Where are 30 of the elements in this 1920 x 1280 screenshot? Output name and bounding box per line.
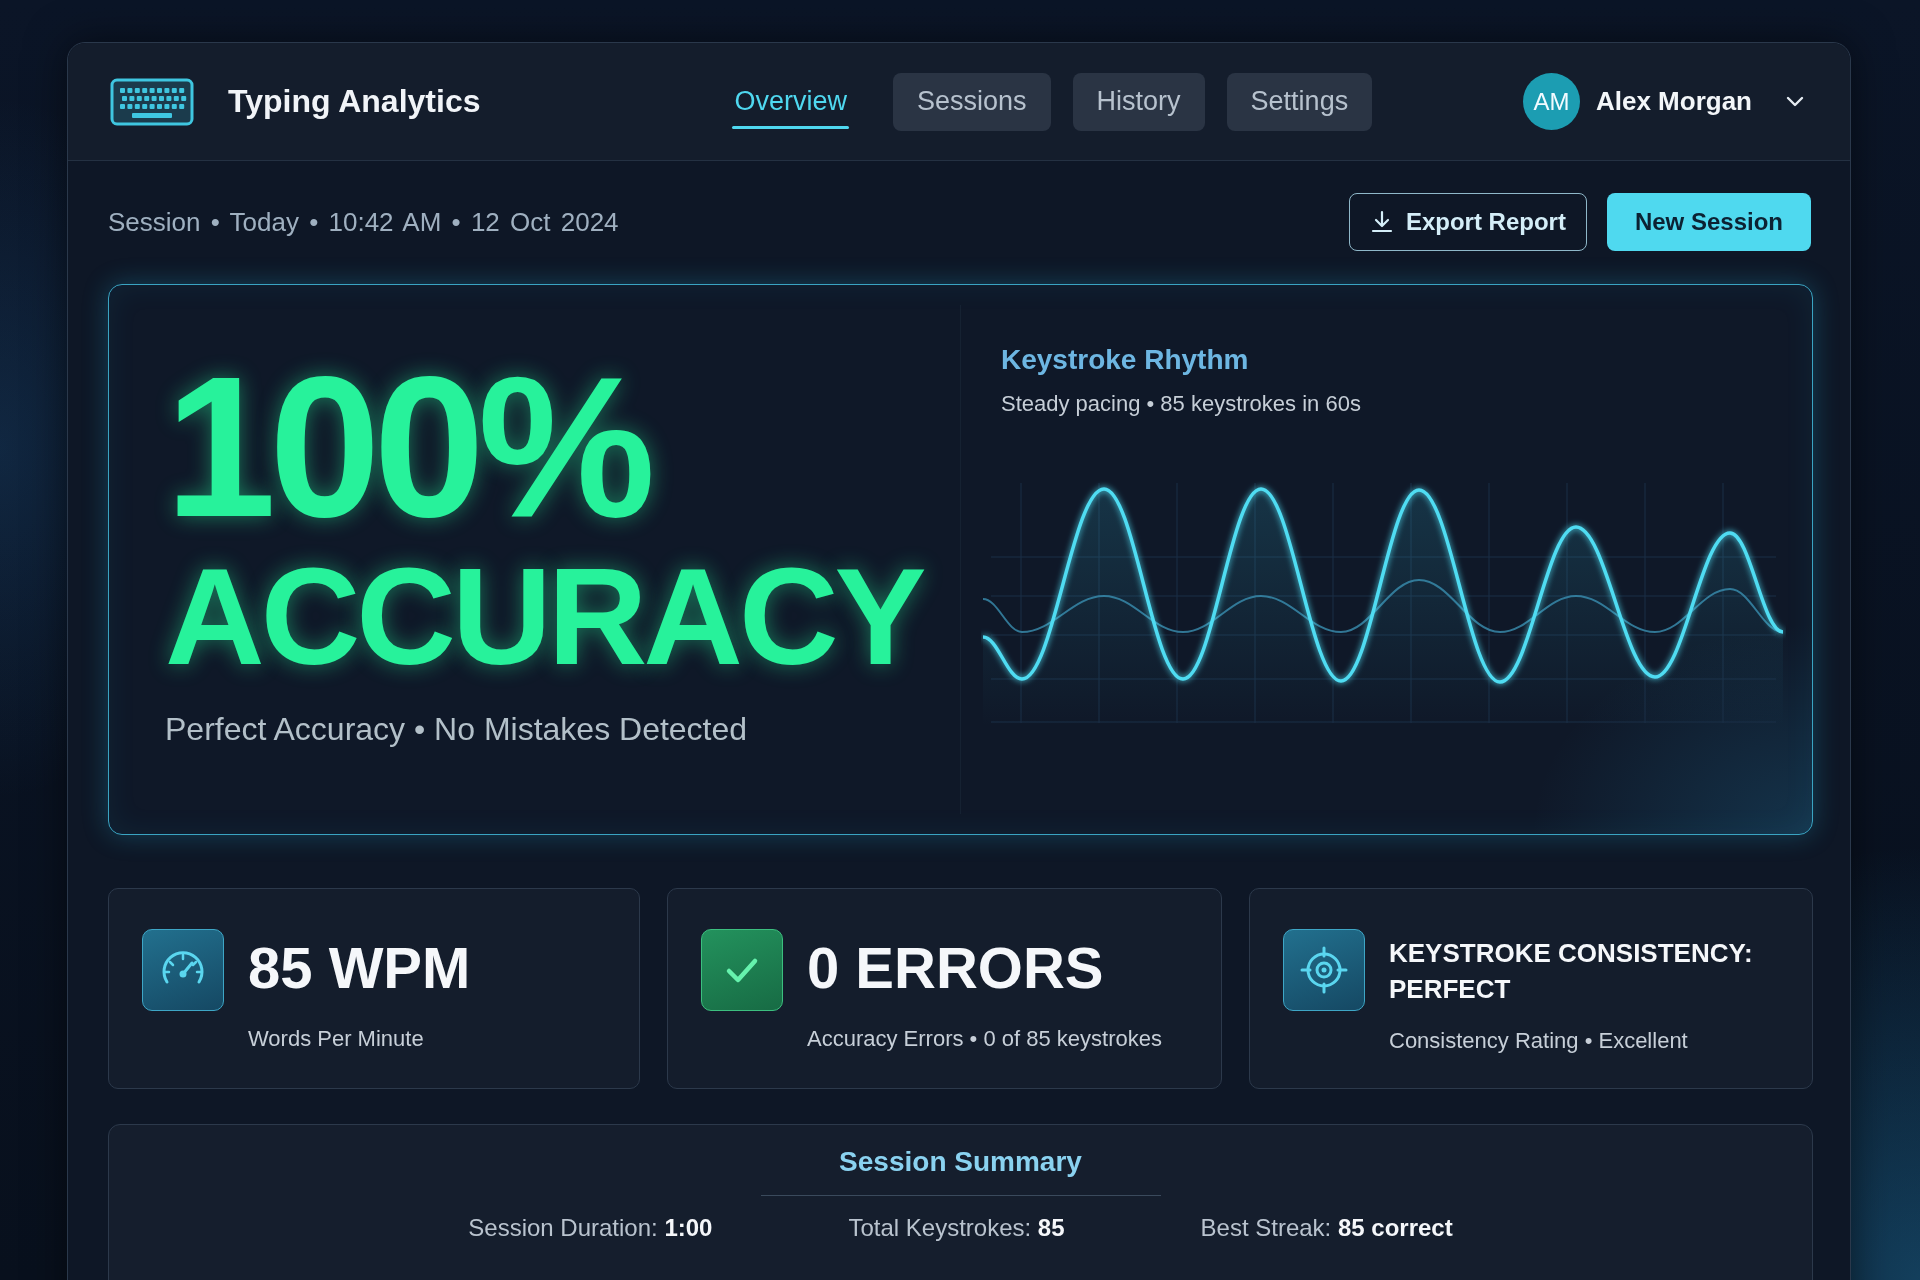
target-icon <box>1283 929 1365 1011</box>
summary-stat: Total Keystrokes: 85 <box>848 1213 1065 1243</box>
summary-stat: Best Streak: 85 correct <box>1200 1213 1453 1243</box>
user-name: Alex Morgan <box>1595 86 1752 117</box>
export-button[interactable]: Export Report <box>1348 193 1587 251</box>
accuracy-caption: Perfect Accuracy • No Mistakes Detected <box>165 710 749 748</box>
keyboard-icon <box>110 77 194 126</box>
stat-value: 85 WPM <box>248 934 471 1002</box>
nav-tab[interactable]: Settings <box>1226 72 1373 131</box>
stat-value: KEYSTROKE CONSISTENCY: PERFECT <box>1389 937 1754 1006</box>
app-title: Typing Analytics <box>228 83 481 120</box>
stat-caption: Consistency Rating • Excellent <box>1389 1027 1689 1055</box>
stat-caption: Accuracy Errors • 0 of 85 keystrokes <box>807 1025 1162 1053</box>
download-icon <box>1369 210 1394 234</box>
nav-tab[interactable]: Overview <box>710 72 871 131</box>
session-info: Session • Today • 10:42 AM • 12 Oct 2024 <box>108 206 619 238</box>
nav-tab[interactable]: History <box>1072 72 1205 131</box>
checkmark-icon <box>701 929 783 1011</box>
accuracy-value: 100% <box>165 347 651 547</box>
nav-tab[interactable]: Sessions <box>893 72 1051 131</box>
rhythm-title: Keystroke Rhythm <box>1001 343 1250 377</box>
accuracy-label: ACCURACY <box>165 547 925 685</box>
rhythm-subtitle: Steady pacing • 85 keystrokes in 60s <box>1001 391 1362 417</box>
new-session-button[interactable]: New Session <box>1606 193 1811 251</box>
stat-caption: Words Per Minute <box>248 1025 425 1053</box>
summary-stat: Session Duration: 1:00 <box>468 1213 713 1243</box>
stat-value: 0 ERRORS <box>807 934 1105 1002</box>
chevron-down-icon[interactable] <box>1786 96 1804 107</box>
speedometer-icon <box>142 929 224 1011</box>
summary-title: Session Summary <box>839 1145 1082 1179</box>
